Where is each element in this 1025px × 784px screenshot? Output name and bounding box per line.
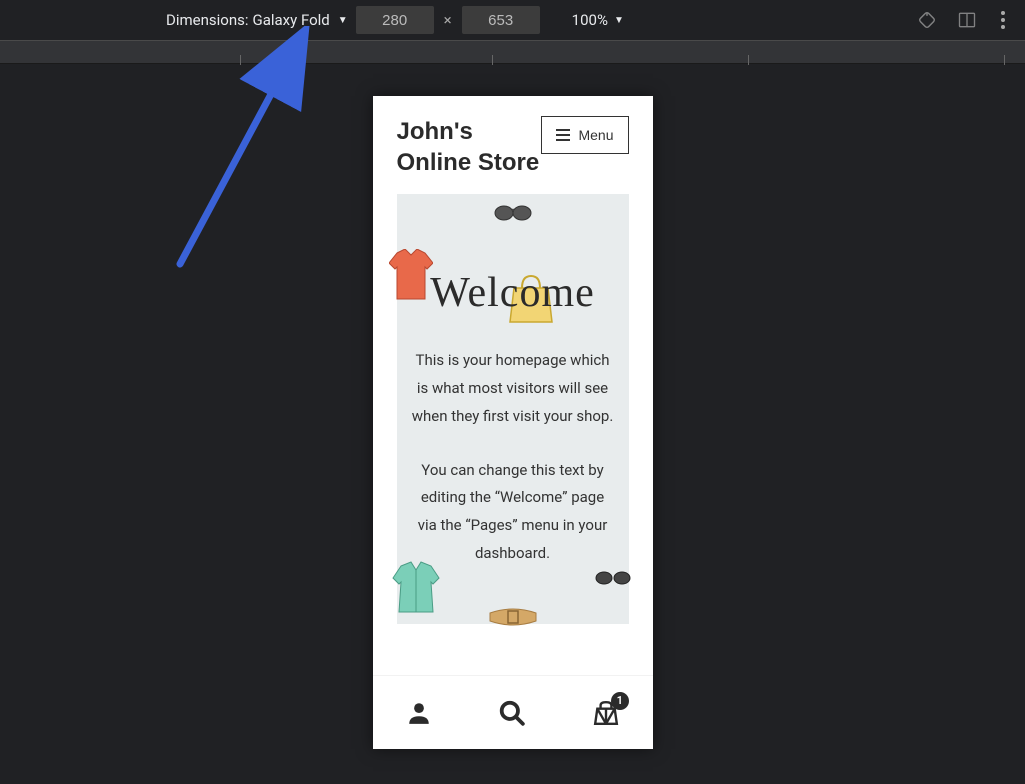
dimensions-dropdown[interactable]: Dimensions: Galaxy Fold ▼ (166, 11, 348, 29)
cart-badge: 1 (611, 692, 629, 710)
jacket-decoration-icon (391, 560, 441, 616)
toolbar-right-group (917, 7, 1009, 33)
device-preview-area: John's Online Store Menu (0, 64, 1025, 784)
height-input[interactable] (462, 6, 540, 34)
toolbar-left-group: Dimensions: Galaxy Fold ▼ × 100% ▼ (166, 6, 624, 34)
belt-decoration-icon (488, 605, 538, 629)
site-header: John's Online Store Menu (373, 96, 653, 194)
chevron-down-icon: ▼ (338, 15, 348, 26)
sunglasses-decoration-icon (595, 568, 631, 588)
device-name: Galaxy Fold (253, 11, 330, 29)
zoom-dropdown[interactable]: 100% ▼ (572, 11, 624, 29)
dimensions-label-text: Dimensions: (166, 11, 249, 29)
hero-paragraph-1: This is your homepage which is what most… (407, 347, 619, 430)
media-queries-icon[interactable] (957, 10, 977, 30)
device-frame: John's Online Store Menu (373, 96, 653, 749)
dimension-separator: × (444, 11, 452, 29)
site-title[interactable]: John's Online Store (397, 116, 542, 178)
menu-label: Menu (578, 127, 613, 143)
hero-section: Welcome This is your homepage which is w… (397, 194, 629, 623)
account-icon[interactable] (406, 700, 432, 726)
welcome-heading: Welcome (407, 269, 619, 317)
hero-paragraph-2: You can change this text by editing the … (407, 457, 619, 568)
menu-button[interactable]: Menu (541, 116, 628, 154)
more-options-icon[interactable] (997, 7, 1009, 33)
width-input[interactable] (356, 6, 434, 34)
cart-button[interactable]: 1 (593, 700, 619, 726)
search-icon[interactable] (499, 700, 525, 726)
rotate-icon[interactable] (917, 10, 937, 30)
bottom-nav: 1 (373, 675, 653, 749)
chevron-down-icon: ▼ (614, 15, 624, 26)
devtools-toolbar: Dimensions: Galaxy Fold ▼ × 100% ▼ (0, 0, 1025, 40)
hamburger-icon (556, 129, 570, 141)
ruler-bar (0, 40, 1025, 64)
zoom-value: 100% (572, 11, 608, 29)
sunglasses-decoration-icon (493, 202, 533, 222)
